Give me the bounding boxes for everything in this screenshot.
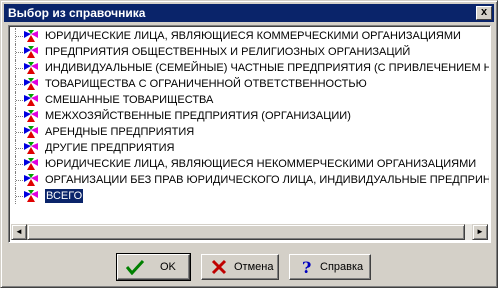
list-item[interactable]: ЮРИДИЧЕСКИЕ ЛИЦА, ЯВЛЯЮЩИЕСЯ НЕКОММЕРЧЕС… (11, 156, 489, 172)
category-icon (23, 61, 39, 75)
close-button[interactable]: x (476, 6, 492, 20)
scroll-left-button[interactable]: ◄ (11, 224, 27, 240)
list-items: ЮРИДИЧЕСКИЕ ЛИЦА, ЯВЛЯЮЩИЕСЯ КОММЕРЧЕСКИ… (11, 28, 489, 226)
help-label: Справка (320, 261, 364, 273)
category-icon (23, 45, 39, 59)
list-item[interactable]: СМЕШАННЫЕ ТОВАРИЩЕСТВА (11, 92, 489, 108)
list-item[interactable]: АРЕНДНЫЕ ПРЕДПРИЯТИЯ (11, 124, 489, 140)
list-item[interactable]: ВСЕГО (11, 188, 489, 204)
list-item-label: СМЕШАННЫЕ ТОВАРИЩЕСТВА (45, 94, 214, 106)
title-bar[interactable]: Выбор из справочника x (4, 4, 494, 22)
reference-list[interactable]: ЮРИДИЧЕСКИЕ ЛИЦА, ЯВЛЯЮЩИЕСЯ КОММЕРЧЕСКИ… (8, 25, 491, 243)
list-item-label: МЕЖХОЗЯЙСТВЕННЫЕ ПРЕДПРИЯТИЯ (ОРГАНИЗАЦИ… (45, 110, 351, 122)
svg-text:?: ? (302, 259, 311, 275)
ok-button[interactable]: OK (116, 253, 191, 281)
dialog-window: Выбор из справочника x ЮРИДИЧЕСКИЕ ЛИЦА,… (0, 0, 498, 288)
list-item[interactable]: ПРЕДПРИЯТИЯ ОБЩЕСТВЕННЫХ И РЕЛИГИОЗНЫХ О… (11, 44, 489, 60)
horizontal-scrollbar[interactable]: ◄ ► (11, 224, 488, 240)
list-item-label: АРЕНДНЫЕ ПРЕДПРИЯТИЯ (45, 126, 195, 138)
category-icon (23, 141, 39, 155)
category-icon (23, 173, 39, 187)
scroll-right-button[interactable]: ► (472, 224, 488, 240)
category-icon (23, 77, 39, 91)
window-title: Выбор из справочника (8, 6, 146, 20)
list-item[interactable]: ИНДИВИДУАЛЬНЫЕ (СЕМЕЙНЫЕ) ЧАСТНЫЕ ПРЕДПР… (11, 60, 489, 76)
ok-label: OK (160, 261, 176, 273)
list-item[interactable]: МЕЖХОЗЯЙСТВЕННЫЕ ПРЕДПРИЯТИЯ (ОРГАНИЗАЦИ… (11, 108, 489, 124)
list-item-label: ЮРИДИЧЕСКИЕ ЛИЦА, ЯВЛЯЮЩИЕСЯ НЕКОММЕРЧЕС… (45, 158, 477, 170)
category-icon (23, 157, 39, 171)
list-item-label: ВСЕГО (45, 189, 84, 203)
list-item-label: ОРГАНИЗАЦИИ БЕЗ ПРАВ ЮРИДИЧЕСКОГО ЛИЦА, … (45, 174, 489, 186)
category-icon (23, 125, 39, 139)
list-item-label: ЮРИДИЧЕСКИЕ ЛИЦА, ЯВЛЯЮЩИЕСЯ КОММЕРЧЕСКИ… (45, 30, 461, 42)
list-item-label: ДРУГИЕ ПРЕДПРИЯТИЯ (45, 142, 175, 154)
cancel-button[interactable]: Отмена (201, 254, 279, 280)
scroll-thumb[interactable] (27, 224, 465, 240)
list-item-label: ТОВАРИЩЕСТВА С ОГРАНИЧЕННОЙ ОТВЕТСТВЕННО… (45, 78, 367, 90)
cancel-label: Отмена (234, 261, 274, 273)
question-icon: ? (302, 259, 311, 275)
help-button[interactable]: ? Справка (289, 254, 371, 280)
list-item[interactable]: ЮРИДИЧЕСКИЕ ЛИЦА, ЯВЛЯЮЩИЕСЯ КОММЕРЧЕСКИ… (11, 28, 489, 44)
list-item-label: ПРЕДПРИЯТИЯ ОБЩЕСТВЕННЫХ И РЕЛИГИОЗНЫХ О… (45, 46, 411, 58)
list-item[interactable]: ОРГАНИЗАЦИИ БЕЗ ПРАВ ЮРИДИЧЕСКОГО ЛИЦА, … (11, 172, 489, 188)
list-item[interactable]: ТОВАРИЩЕСТВА С ОГРАНИЧЕННОЙ ОТВЕТСТВЕННО… (11, 76, 489, 92)
category-icon (23, 93, 39, 107)
category-icon (23, 109, 39, 123)
category-icon (23, 189, 39, 203)
cross-icon (211, 259, 227, 275)
checkmark-icon (126, 259, 144, 275)
list-item[interactable]: ДРУГИЕ ПРЕДПРИЯТИЯ (11, 140, 489, 156)
list-item-label: ИНДИВИДУАЛЬНЫЕ (СЕМЕЙНЫЕ) ЧАСТНЫЕ ПРЕДПР… (45, 62, 489, 74)
category-icon (23, 29, 39, 43)
